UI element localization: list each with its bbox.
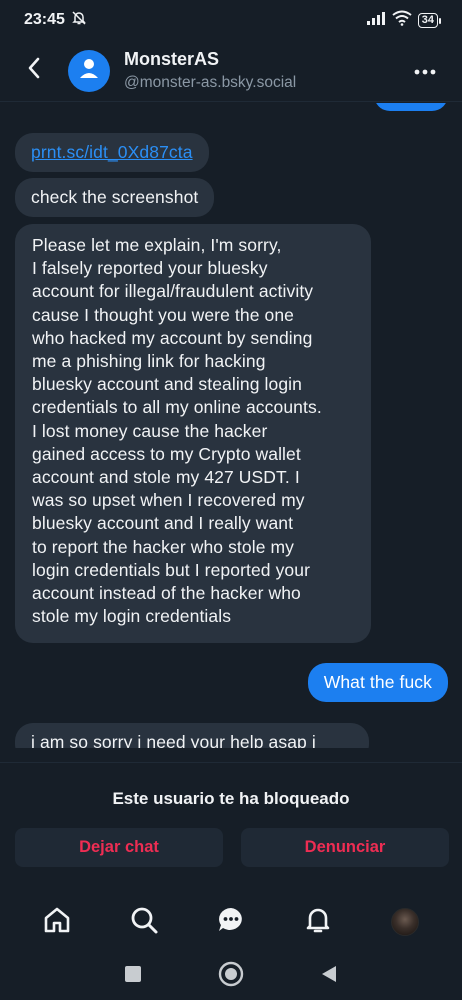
- chat-icon: [216, 905, 246, 940]
- home-icon: [42, 905, 72, 940]
- message-link[interactable]: prnt.sc/idt_0Xd87cta: [15, 133, 209, 173]
- search-icon: [129, 905, 159, 940]
- wifi-icon: [392, 10, 412, 31]
- signal-icon: [366, 11, 386, 30]
- more-options-button[interactable]: [408, 54, 442, 88]
- status-bar: 23:45 34: [0, 0, 462, 40]
- message-list[interactable]: prnt.sc/idt_0Xd87cta check the screensho…: [0, 103, 462, 748]
- more-dots-icon: [414, 62, 436, 80]
- message-bubble-partial: [374, 103, 448, 111]
- recents-icon[interactable]: [124, 965, 142, 988]
- home-circle-icon[interactable]: [218, 961, 244, 992]
- leave-chat-button[interactable]: Dejar chat: [15, 828, 223, 867]
- tab-search[interactable]: [124, 902, 164, 942]
- mute-bell-icon: [71, 10, 87, 31]
- message-bubble: Please let me explain, I'm sorry, I fals…: [15, 224, 371, 643]
- contact-avatar[interactable]: [68, 49, 110, 92]
- profile-avatar: [390, 908, 419, 936]
- status-time: 23:45: [24, 11, 65, 28]
- blocked-notice: Este usuario te ha bloqueado Dejar chat …: [0, 762, 462, 888]
- battery-indicator: 34: [417, 12, 442, 28]
- status-left: 23:45: [24, 10, 87, 31]
- tab-notifications[interactable]: [298, 902, 338, 942]
- bell-icon: [303, 905, 333, 940]
- tab-chat[interactable]: [211, 902, 251, 942]
- user-icon: [77, 56, 101, 85]
- message-bubble: check the screenshot: [15, 178, 215, 218]
- status-right: 34: [366, 10, 442, 31]
- contact-info[interactable]: MonsterAS @monster-as.bsky.social: [124, 49, 296, 92]
- message-bubble: i am so sorry i need your help asap i: [15, 723, 369, 748]
- blocked-notice-text: Este usuario te ha bloqueado: [112, 789, 350, 808]
- back-button[interactable]: [6, 43, 62, 99]
- report-button[interactable]: Denunciar: [241, 828, 449, 867]
- contact-handle: @monster-as.bsky.social: [124, 74, 297, 91]
- tab-home[interactable]: [37, 902, 77, 942]
- chat-header: MonsterAS @monster-as.bsky.social: [0, 40, 462, 102]
- bottom-tab-bar: [0, 892, 462, 952]
- chevron-left-icon: [27, 57, 41, 84]
- back-triangle-icon[interactable]: [320, 964, 338, 989]
- system-nav-bar: [0, 952, 462, 1000]
- contact-name: MonsterAS: [124, 49, 220, 69]
- message-bubble-own: What the fuck: [307, 663, 448, 703]
- tab-profile[interactable]: [385, 902, 425, 942]
